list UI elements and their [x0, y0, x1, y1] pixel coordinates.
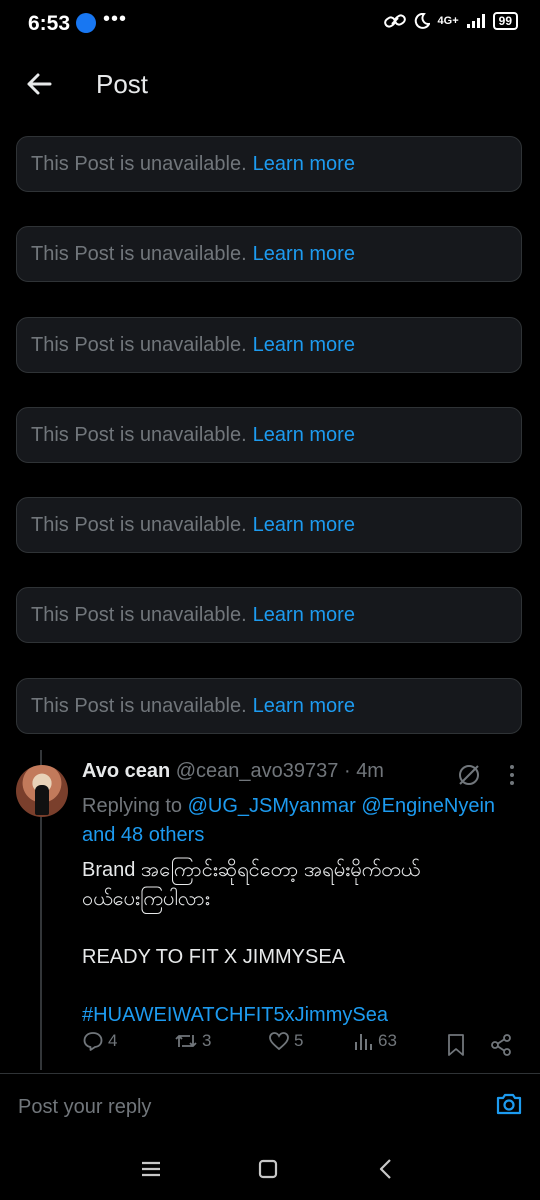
grok-icon[interactable] — [456, 762, 482, 788]
hashtag-link[interactable]: #HUAWEIWATCHFIT5xJimmySea — [82, 1001, 522, 1030]
notice-message: This Post is unavailable. — [31, 333, 247, 356]
and-others-link[interactable]: and 48 others — [82, 824, 204, 846]
unavailable-post-notice: This Post is unavailable. Learn more — [16, 136, 522, 192]
post-text-line: ဝယ်ပေးကြပါလား — [82, 888, 210, 910]
learn-more-link[interactable]: Learn more — [253, 334, 355, 357]
repost-action[interactable]: 3 — [174, 1030, 211, 1052]
unavailable-post-notice: This Post is unavailable. Learn more — [16, 587, 522, 643]
menu-icon[interactable] — [136, 1154, 166, 1184]
share-icon[interactable] — [490, 1033, 512, 1057]
mention-link[interactable]: @UG_JSMyanmar — [188, 795, 356, 817]
page-title: Post — [96, 69, 149, 99]
unavailable-post-notice: This Post is unavailable. Learn more — [16, 407, 522, 463]
post-meta: Avo cean @cean_avo39737 · 4m — [82, 760, 522, 788]
signal-icon — [466, 14, 485, 28]
repost-icon — [175, 1035, 197, 1047]
page-header: Post — [0, 55, 540, 115]
learn-more-link[interactable]: Learn more — [253, 424, 355, 447]
status-bar: 6:53 ••• 4G+ 99 — [0, 0, 540, 50]
views-action[interactable]: 63 — [354, 1030, 397, 1052]
learn-more-link[interactable]: Learn more — [253, 153, 355, 176]
notification-dots: ••• — [103, 8, 128, 30]
replying-label: Replying to — [82, 795, 188, 817]
moon-icon — [414, 13, 430, 29]
network-label: 4G+ — [437, 15, 459, 27]
status-time: 6:53 — [28, 12, 71, 35]
unavailable-post-notice: This Post is unavailable. Learn more — [16, 226, 522, 282]
separator-dot: · — [338, 760, 357, 782]
battery-indicator: 99 — [492, 12, 518, 30]
notice-message: This Post is unavailable. — [31, 152, 247, 175]
status-icons: 4G+ 99 — [383, 12, 518, 30]
views-count: 63 — [378, 1031, 397, 1050]
bookmark-icon[interactable] — [446, 1033, 466, 1057]
replying-to: Replying to @UG_JSMyanmar @EngineNyein a… — [82, 792, 522, 850]
system-navigation-bar — [0, 1140, 540, 1200]
reply-count: 4 — [108, 1031, 118, 1050]
link-icon — [383, 14, 406, 28]
views-icon — [355, 1034, 372, 1050]
messenger-icon — [76, 13, 96, 33]
heart-icon — [269, 1032, 289, 1051]
unavailable-post-notice: This Post is unavailable. Learn more — [16, 497, 522, 553]
post-text-line: READY TO FIT X JIMMYSEA — [82, 946, 346, 968]
mention-link[interactable]: @EngineNyein — [361, 795, 495, 817]
post-time[interactable]: 4m — [356, 760, 384, 782]
learn-more-link[interactable]: Learn more — [253, 243, 355, 266]
back-icon[interactable] — [371, 1154, 401, 1184]
reply-post[interactable]: Avo cean @cean_avo39737 · 4m Replying to… — [82, 760, 522, 1030]
back-arrow-icon[interactable] — [22, 67, 56, 101]
post-body: Brand အကြောင်းဆိုရင်တော့ အရမ်းမိုက်တယ် ဝ… — [82, 856, 522, 1030]
home-icon[interactable] — [253, 1154, 283, 1184]
author-name[interactable]: Avo cean — [82, 760, 170, 782]
like-action[interactable]: 5 — [268, 1030, 303, 1052]
learn-more-link[interactable]: Learn more — [253, 695, 355, 718]
reply-action[interactable]: 4 — [82, 1030, 117, 1052]
unavailable-post-notice: This Post is unavailable. Learn more — [16, 317, 522, 373]
author-handle[interactable]: @cean_avo39737 — [176, 760, 339, 782]
reply-icon — [83, 1032, 103, 1051]
repost-count: 3 — [202, 1031, 212, 1050]
unavailable-post-notice: This Post is unavailable. Learn more — [16, 678, 522, 734]
more-options-icon[interactable] — [507, 762, 517, 788]
like-count: 5 — [294, 1031, 304, 1050]
notice-message: This Post is unavailable. — [31, 513, 247, 536]
post-actions: 4 3 5 63 — [82, 1030, 522, 1060]
notice-message: This Post is unavailable. — [31, 694, 247, 717]
notice-message: This Post is unavailable. — [31, 603, 247, 626]
learn-more-link[interactable]: Learn more — [253, 604, 355, 627]
reply-input[interactable] — [16, 1090, 470, 1124]
notice-message: This Post is unavailable. — [31, 423, 247, 446]
compose-divider — [0, 1073, 540, 1074]
camera-icon[interactable] — [494, 1089, 524, 1119]
notice-message: This Post is unavailable. — [31, 242, 247, 265]
learn-more-link[interactable]: Learn more — [253, 514, 355, 537]
post-text-line: Brand အကြောင်းဆိုရင်တော့ အရမ်းမိုက်တယ် — [82, 859, 421, 881]
avatar[interactable] — [16, 765, 68, 817]
